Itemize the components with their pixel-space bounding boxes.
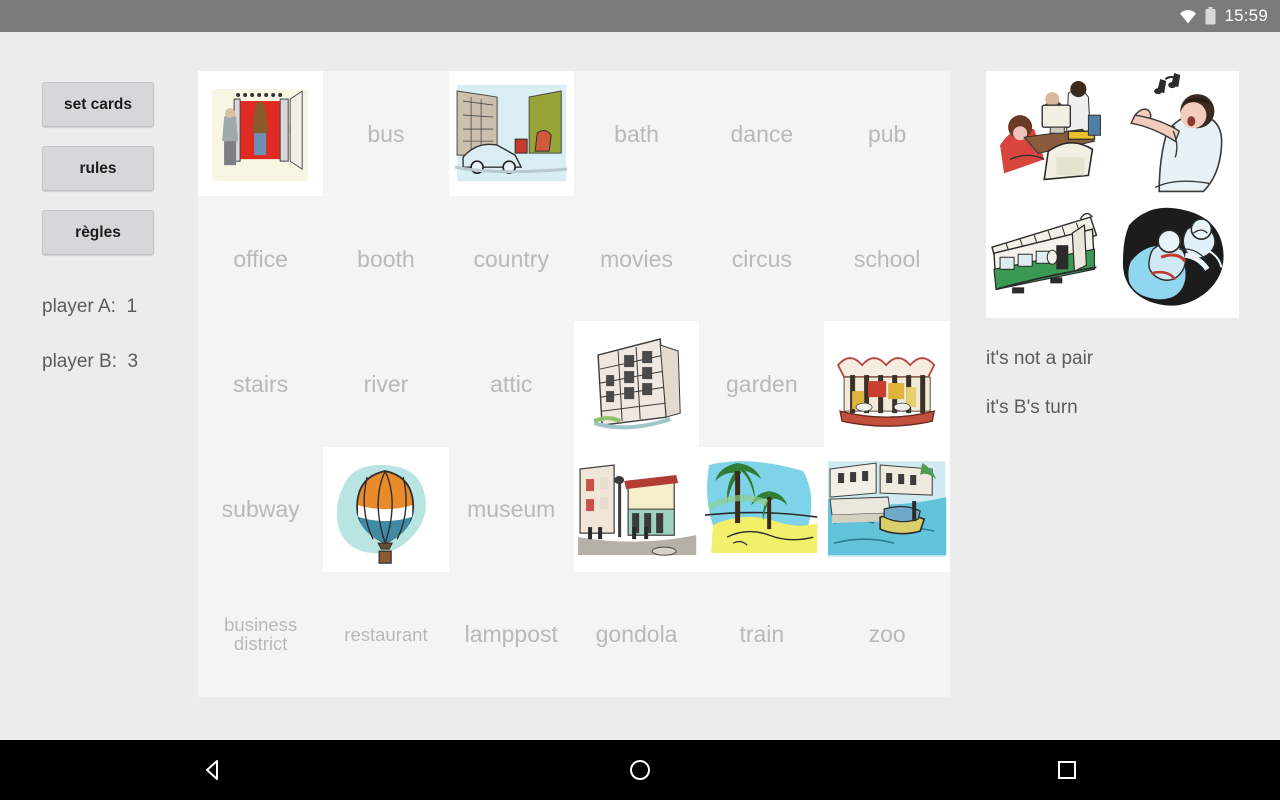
card-street-car[interactable] <box>448 71 574 197</box>
card-label: gondola <box>595 621 678 648</box>
card-zoo[interactable]: zoo <box>824 572 949 697</box>
card-hot-air-balloon[interactable] <box>323 446 449 572</box>
card-label: attic <box>490 370 533 397</box>
player-a-score: player A: 1 <box>42 296 138 317</box>
card-garden[interactable]: garden <box>699 321 824 446</box>
card-label: pub <box>867 120 907 147</box>
card-school[interactable]: school <box>824 196 949 321</box>
apartment-building-illustration <box>573 321 700 447</box>
card-train[interactable]: train <box>699 572 824 697</box>
card-label: bath <box>614 120 659 147</box>
card-gondola[interactable]: gondola <box>574 572 699 697</box>
turn-message: it's B's turn <box>986 397 1078 418</box>
card-label: train <box>739 621 785 648</box>
elevator-illustration <box>198 71 324 197</box>
app-root: set cards rules règles player A: 1 playe… <box>0 32 1280 740</box>
card-bath[interactable]: bath <box>574 71 699 196</box>
canal-boats-illustration <box>824 446 950 572</box>
card-label: booth <box>357 245 415 272</box>
card-river[interactable]: river <box>323 321 448 446</box>
tram-illustration <box>986 194 1113 318</box>
card-restaurant[interactable]: restaurant <box>323 572 448 697</box>
player-b-score: player B: 3 <box>42 351 139 372</box>
card-grid: bus bath dance pub office booth country … <box>198 71 950 697</box>
card-label: museum <box>467 496 556 523</box>
carousel-illustration <box>824 321 950 447</box>
card-label: garden <box>726 370 798 397</box>
card-label: lamppost <box>464 621 558 648</box>
set-cards-button[interactable]: set cards <box>42 82 154 127</box>
pair-image-opera-singer <box>1112 71 1239 195</box>
card-label: circus <box>731 245 792 272</box>
recents-square-icon <box>1057 761 1076 779</box>
beach-illustration <box>699 446 825 572</box>
card-canal-boats[interactable] <box>824 446 950 572</box>
sidebar: set cards rules règles player A: 1 playe… <box>42 82 192 373</box>
card-label: stairs <box>233 370 289 397</box>
card-label: dance <box>730 120 794 147</box>
status-bar: 15:59 <box>0 0 1280 32</box>
card-label: school <box>853 245 921 272</box>
card-booth[interactable]: booth <box>323 196 448 321</box>
android-navigation-bar <box>0 740 1280 800</box>
rules-button[interactable]: rules <box>42 146 154 191</box>
card-dance[interactable]: dance <box>699 71 824 196</box>
card-label: restaurant <box>344 623 428 645</box>
card-apartment-building[interactable] <box>573 321 700 447</box>
card-carousel[interactable] <box>824 321 950 447</box>
pair-image-astronauts <box>1112 194 1239 319</box>
card-country[interactable]: country <box>449 196 574 321</box>
card-bus[interactable]: bus <box>323 71 448 196</box>
street-corner-illustration <box>573 446 700 572</box>
card-museum[interactable]: museum <box>449 447 574 572</box>
pair-result-message: it's not a pair <box>986 348 1094 369</box>
pair-image-tram <box>986 194 1113 319</box>
card-pub[interactable]: pub <box>824 71 949 196</box>
card-attic[interactable]: attic <box>449 321 574 446</box>
card-label: river <box>363 370 409 397</box>
card-movies[interactable]: movies <box>574 196 699 321</box>
card-circus[interactable]: circus <box>699 196 824 321</box>
home-button[interactable] <box>610 740 670 800</box>
home-circle-icon <box>629 760 650 780</box>
right-panel: it's not a pair it's B's turn <box>986 71 1239 419</box>
card-lamppost[interactable]: lamppost <box>449 572 574 697</box>
pair-image-office-workers <box>986 71 1113 195</box>
office-workers-illustration <box>986 71 1113 195</box>
back-button[interactable] <box>183 740 243 800</box>
card-office[interactable]: office <box>198 196 323 321</box>
card-subway[interactable]: subway <box>198 447 323 572</box>
card-label: subway <box>221 496 300 523</box>
card-label: movies <box>600 245 673 272</box>
regles-button[interactable]: règles <box>42 210 154 255</box>
card-business-district[interactable]: business district <box>198 572 323 697</box>
card-label: zoo <box>868 621 906 648</box>
wifi-icon <box>1179 8 1197 24</box>
status-bar-clock: 15:59 <box>1224 6 1268 25</box>
battery-icon <box>1205 7 1216 25</box>
card-label: office <box>233 245 288 272</box>
card-elevator[interactable] <box>198 71 324 197</box>
card-label: business district <box>224 613 298 655</box>
card-stairs[interactable]: stairs <box>198 321 323 446</box>
card-beach[interactable] <box>699 446 825 572</box>
astronauts-illustration <box>1112 194 1239 318</box>
card-street-corner[interactable] <box>573 446 700 572</box>
street-car-illustration <box>448 71 574 197</box>
card-label: bus <box>367 120 405 147</box>
selected-pair-box <box>986 71 1239 318</box>
card-label: country <box>473 245 549 272</box>
hot-air-balloon-illustration <box>323 446 449 572</box>
recents-button[interactable] <box>1037 740 1097 800</box>
card-board: bus bath dance pub office booth country … <box>198 71 950 697</box>
back-triangle-icon <box>206 760 219 780</box>
opera-singer-illustration <box>1112 71 1239 195</box>
